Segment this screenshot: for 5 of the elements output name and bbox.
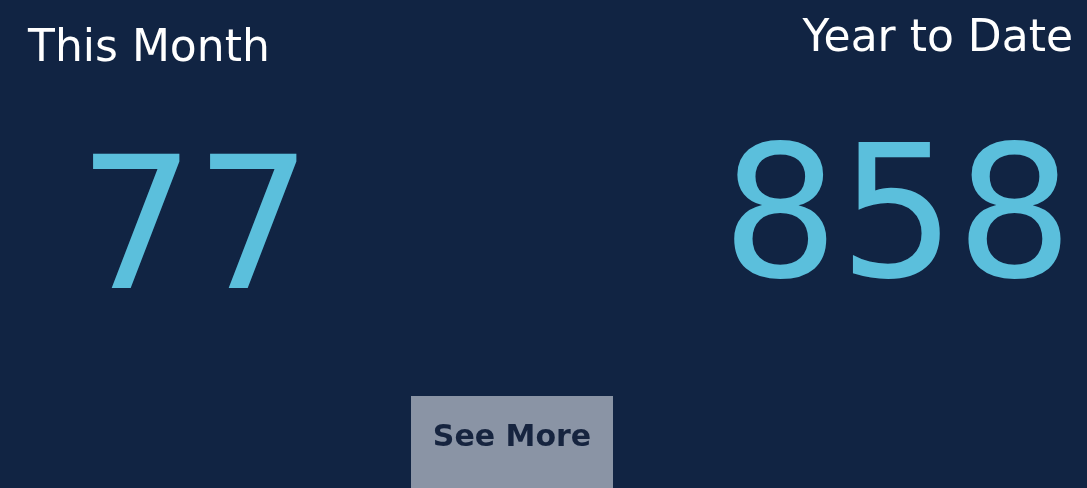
- card-title: Year to Date: [802, 9, 1073, 63]
- card-value: 858: [721, 112, 1073, 312]
- see-more-button[interactable]: See More: [411, 396, 613, 488]
- card-title: This Month: [28, 19, 271, 73]
- card-value: 77: [77, 124, 313, 324]
